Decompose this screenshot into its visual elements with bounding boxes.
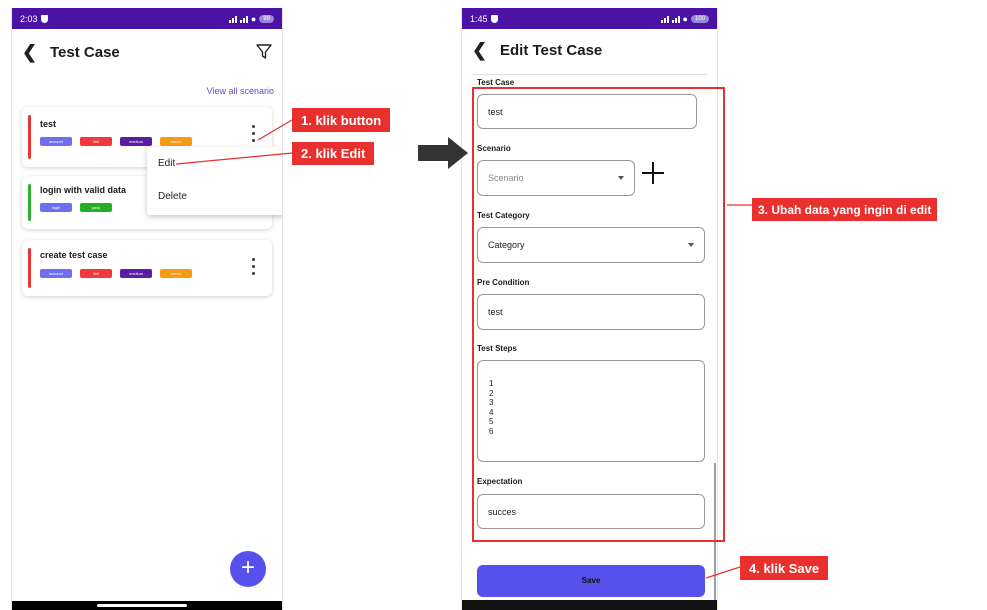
page-title: Edit Test Case bbox=[500, 41, 603, 59]
page-title: Test Case bbox=[50, 43, 120, 61]
test-case-card[interactable]: create test case account fail medium min… bbox=[22, 240, 272, 296]
signal-icon-2 bbox=[671, 15, 680, 23]
status-time: 2:03 bbox=[20, 13, 38, 24]
tag: login bbox=[40, 203, 72, 212]
system-nav-bar bbox=[12, 601, 282, 610]
tag-row: account fail medium minor bbox=[40, 269, 192, 278]
wifi-icon: ● bbox=[682, 13, 688, 24]
tag: fail bbox=[80, 269, 112, 278]
signal-icon bbox=[228, 15, 237, 23]
annotation-step-3: 3. Ubah data yang ingin di edit bbox=[752, 198, 938, 221]
status-strip bbox=[28, 115, 31, 159]
filter-icon[interactable] bbox=[256, 43, 272, 60]
app-bar: ❮ Test Case bbox=[12, 29, 282, 75]
back-arrow-icon[interactable]: ❮ bbox=[472, 40, 494, 61]
battery-indicator: 100 bbox=[690, 14, 709, 23]
more-options-icon[interactable] bbox=[252, 258, 256, 279]
shield-icon bbox=[40, 14, 48, 23]
card-options-menu: Edit Delete bbox=[147, 147, 282, 215]
tag: medium bbox=[120, 137, 152, 146]
tag-row: login pass bbox=[40, 203, 112, 212]
tag: pass bbox=[80, 203, 112, 212]
home-indicator[interactable] bbox=[97, 604, 187, 607]
app-bar: ❮ Edit Test Case bbox=[462, 29, 717, 71]
signal-icon-2 bbox=[239, 15, 248, 23]
annotation-step-1: 1. klik button bbox=[292, 108, 391, 132]
wifi-icon: ● bbox=[250, 13, 257, 24]
card-title: login with valid data bbox=[40, 185, 127, 195]
status-strip bbox=[28, 248, 31, 288]
status-bar: 2:03 ● 99 bbox=[12, 8, 282, 29]
test-case-screen: 2:03 ● 99 ❮ Test Case View all scenario … bbox=[11, 8, 283, 610]
menu-item-delete[interactable]: Delete bbox=[158, 191, 187, 202]
add-test-case-button[interactable]: + bbox=[230, 551, 266, 587]
card-title: test bbox=[40, 119, 57, 129]
status-strip bbox=[28, 184, 31, 221]
card-title: create test case bbox=[40, 250, 108, 260]
status-bar: 1:45 ● 100 bbox=[462, 8, 717, 29]
view-all-scenario-link[interactable]: View all scenario bbox=[207, 86, 274, 96]
annotation-step-2: 2. klik Edit bbox=[292, 142, 375, 165]
shield-icon bbox=[490, 14, 498, 23]
menu-item-edit[interactable]: Edit bbox=[158, 158, 175, 169]
status-time: 1:45 bbox=[470, 13, 488, 24]
tag: account bbox=[40, 137, 72, 146]
save-button[interactable]: Save bbox=[477, 565, 705, 597]
battery-indicator: 99 bbox=[259, 14, 274, 23]
tag: account bbox=[40, 269, 72, 278]
system-nav-bar bbox=[462, 600, 717, 610]
edit-area-highlight bbox=[472, 87, 725, 542]
tag: medium bbox=[120, 269, 152, 278]
tag: minor bbox=[160, 137, 192, 146]
test-case-label: Test Case bbox=[477, 78, 515, 87]
tag: fail bbox=[80, 137, 112, 146]
signal-icon bbox=[660, 15, 669, 23]
tag: minor bbox=[160, 269, 192, 278]
more-options-icon[interactable] bbox=[252, 125, 256, 146]
back-arrow-icon[interactable]: ❮ bbox=[22, 42, 44, 63]
tag-row: account fail medium minor bbox=[40, 137, 192, 146]
divider bbox=[472, 74, 707, 75]
annotation-step-4: 4. klik Save bbox=[740, 556, 829, 580]
